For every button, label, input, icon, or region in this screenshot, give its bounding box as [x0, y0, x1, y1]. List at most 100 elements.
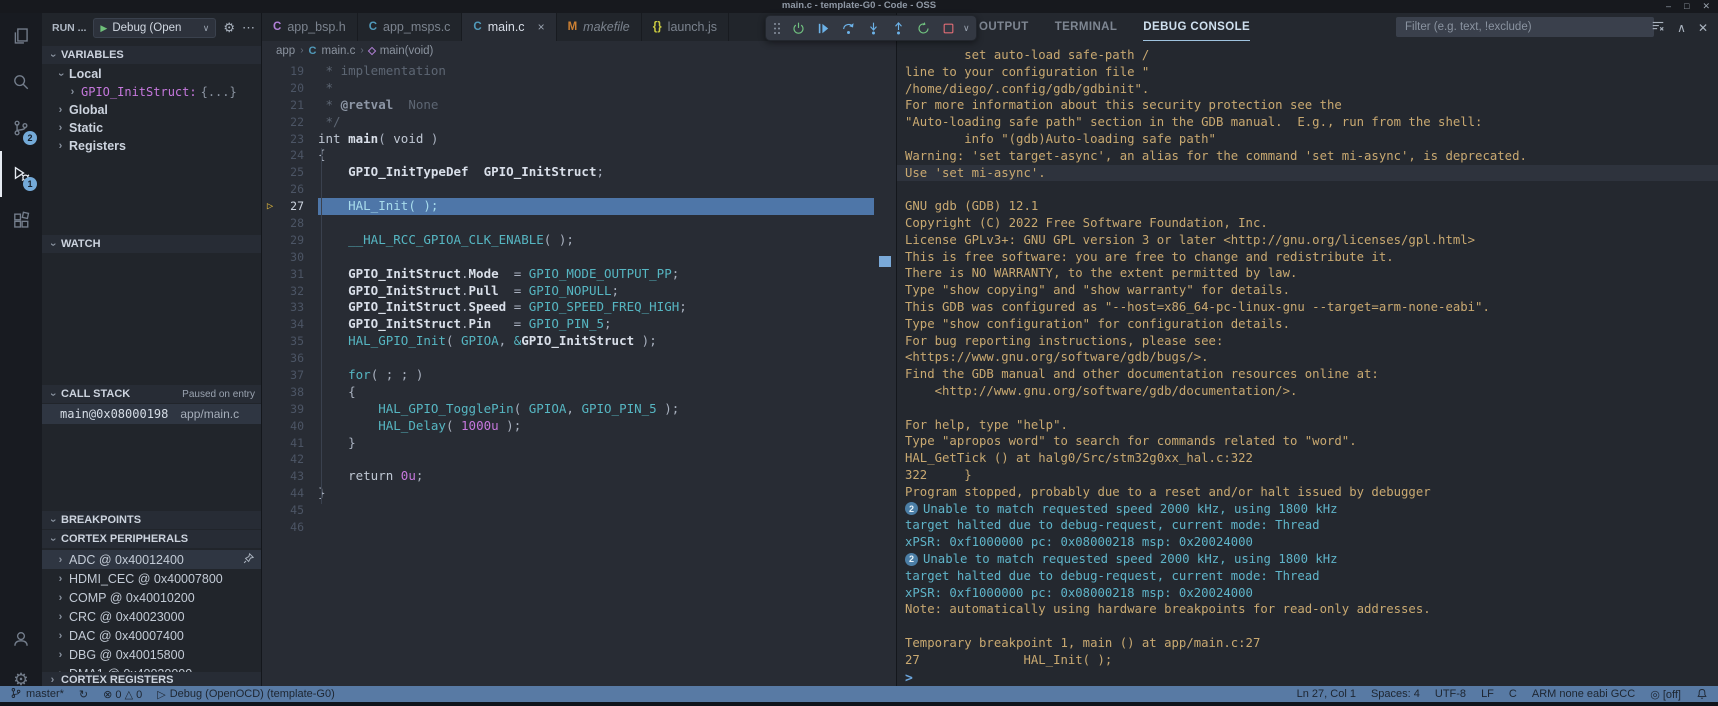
step-over-button[interactable]	[837, 17, 859, 39]
breakpoint-margin[interactable]	[262, 333, 278, 350]
status-branch[interactable]: master*	[10, 687, 64, 702]
breakpoint-margin[interactable]	[262, 299, 278, 316]
breakpoint-margin[interactable]	[262, 266, 278, 283]
overview-ruler[interactable]	[874, 60, 896, 686]
step-into-button[interactable]	[862, 17, 884, 39]
stop-button[interactable]	[937, 17, 959, 39]
status-item[interactable]: C	[1509, 688, 1517, 700]
activity-item-run-and-debug[interactable]: 1	[0, 151, 42, 197]
activity-item-extensions[interactable]	[0, 197, 42, 243]
gear-icon[interactable]: ⚙	[223, 20, 235, 36]
status-item[interactable]: LF	[1481, 688, 1494, 700]
status-item[interactable]: UTF-8	[1435, 688, 1466, 700]
variable-row[interactable]: ›Local	[42, 65, 261, 83]
breakpoint-margin[interactable]	[262, 181, 278, 198]
maximize-panel-icon[interactable]: ∧	[1677, 21, 1686, 35]
section-cortex-registers[interactable]: › CORTEX REGISTERS	[42, 672, 261, 686]
status-debug[interactable]: ▷Debug (OpenOCD) (template-G0)	[157, 688, 335, 701]
close-panel-icon[interactable]: ✕	[1698, 21, 1708, 35]
variable-row[interactable]: ›Static	[42, 119, 261, 137]
tab-main.c[interactable]: Cmain.c×	[462, 13, 556, 41]
peripheral-row[interactable]: ›HDMI_CEC @ 0x40007800	[42, 569, 261, 588]
breakpoint-margin[interactable]	[262, 63, 278, 80]
breakpoint-margin[interactable]	[262, 367, 278, 384]
breadcrumb[interactable]: app›Cmain.c›main(void)	[262, 41, 896, 60]
close-tab-icon[interactable]: ×	[538, 20, 545, 34]
breakpoint-margin[interactable]	[262, 418, 278, 435]
drag-handle-icon[interactable]	[772, 21, 782, 35]
status-item[interactable]: Spaces: 4	[1371, 688, 1420, 700]
panel-tab-terminal[interactable]: TERMINAL	[1055, 14, 1118, 41]
breakpoint-margin[interactable]	[262, 114, 278, 131]
variable-row[interactable]: ›GPIO_InitStruct: {...}	[42, 83, 261, 101]
breakpoint-margin[interactable]	[262, 316, 278, 333]
tab-app_bsp.h[interactable]: Capp_bsp.h	[262, 13, 358, 41]
activity-item-search[interactable]	[0, 59, 42, 105]
reset-button[interactable]	[787, 17, 809, 39]
breakpoint-margin[interactable]	[262, 80, 278, 97]
activity-item-source-control[interactable]: 2	[0, 105, 42, 151]
section-variables[interactable]: › VARIABLES	[42, 46, 261, 64]
chevron-down-icon[interactable]: ∨	[963, 23, 970, 34]
section-breakpoints[interactable]: › BREAKPOINTS	[42, 511, 261, 529]
section-cortex-peripherals[interactable]: › CORTEX PERIPHERALS	[42, 530, 261, 548]
section-watch[interactable]: › WATCH	[42, 235, 261, 253]
more-actions-icon[interactable]: ⋯	[242, 20, 255, 36]
step-out-button[interactable]	[887, 17, 909, 39]
breakpoint-margin[interactable]	[262, 249, 278, 266]
breadcrumb-item[interactable]: main(void)	[380, 45, 434, 57]
status-item[interactable]: ARM none eabi GCC	[1532, 688, 1635, 700]
status-item[interactable]: ◎ [off]	[1650, 688, 1681, 701]
tab-launch.js[interactable]: {}launch.js	[642, 13, 729, 41]
breakpoint-margin[interactable]	[262, 468, 278, 485]
call-stack-frame[interactable]: main@0x08000198 app/main.c	[42, 404, 261, 424]
bell-icon[interactable]	[1696, 688, 1708, 700]
activity-item-explorer[interactable]	[0, 13, 42, 59]
variable-row[interactable]: ›Global	[42, 101, 261, 119]
status-item[interactable]: Ln 27, Col 1	[1297, 688, 1356, 700]
continue-button[interactable]	[812, 17, 834, 39]
section-call-stack[interactable]: › CALL STACK Paused on entry	[42, 385, 261, 403]
breakpoint-margin[interactable]	[262, 350, 278, 367]
breakpoint-margin[interactable]	[262, 232, 278, 249]
status-sync[interactable]: ↻	[79, 688, 88, 701]
peripheral-row[interactable]: ›ADC @ 0x40012400	[42, 550, 261, 569]
breakpoint-margin[interactable]	[262, 451, 278, 468]
breakpoint-margin[interactable]	[262, 164, 278, 181]
breakpoint-margin[interactable]	[262, 435, 278, 452]
close-icon[interactable]: ✕	[1702, 0, 1710, 12]
breadcrumb-item[interactable]: app	[276, 45, 295, 57]
restart-button[interactable]	[912, 17, 934, 39]
breakpoint-margin[interactable]	[262, 384, 278, 401]
breakpoint-margin[interactable]	[262, 97, 278, 114]
code-editor[interactable]: 19 * implementation20 *21 * @retval None…	[262, 60, 896, 686]
peripheral-row[interactable]: ›DBG @ 0x40015800	[42, 645, 261, 664]
start-debug-icon[interactable]: ▶	[100, 23, 107, 34]
console-prompt-icon[interactable]: >	[905, 671, 1718, 686]
breadcrumb-item[interactable]: main.c	[321, 45, 355, 57]
breakpoint-margin[interactable]	[262, 502, 278, 519]
debug-console[interactable]: set auto-load safe-path /line to your co…	[897, 42, 1718, 686]
console-filter-input[interactable]	[1396, 17, 1654, 37]
peripheral-row[interactable]: ›COMP @ 0x40010200	[42, 588, 261, 607]
status-problems[interactable]: ⊗ 0 △ 0	[103, 688, 142, 701]
peripheral-row[interactable]: ›CRC @ 0x40023000	[42, 607, 261, 626]
pin-icon[interactable]	[242, 552, 255, 568]
breakpoint-margin[interactable]	[262, 215, 278, 232]
breakpoint-margin[interactable]	[262, 131, 278, 148]
breakpoint-margin[interactable]	[262, 283, 278, 300]
maximize-icon[interactable]: □	[1684, 0, 1689, 12]
breakpoint-margin[interactable]	[262, 147, 278, 164]
tab-makefile[interactable]: Mmakefile	[557, 13, 642, 41]
peripheral-row[interactable]: ›DAC @ 0x40007400	[42, 626, 261, 645]
activity-item-accounts[interactable]	[0, 616, 42, 662]
panel-tab-output[interactable]: OUTPUT	[979, 14, 1029, 41]
breakpoint-margin[interactable]	[262, 485, 278, 502]
debug-configuration-dropdown[interactable]: ▶ Debug (Open ∨	[93, 18, 216, 38]
tab-app_msps.c[interactable]: Capp_msps.c	[358, 13, 463, 41]
breakpoint-margin[interactable]	[262, 401, 278, 418]
minimize-icon[interactable]: –	[1666, 0, 1671, 12]
clear-console-icon[interactable]	[1651, 19, 1665, 36]
breakpoint-margin[interactable]	[262, 519, 278, 536]
panel-tab-debug-console[interactable]: DEBUG CONSOLE	[1143, 14, 1250, 41]
